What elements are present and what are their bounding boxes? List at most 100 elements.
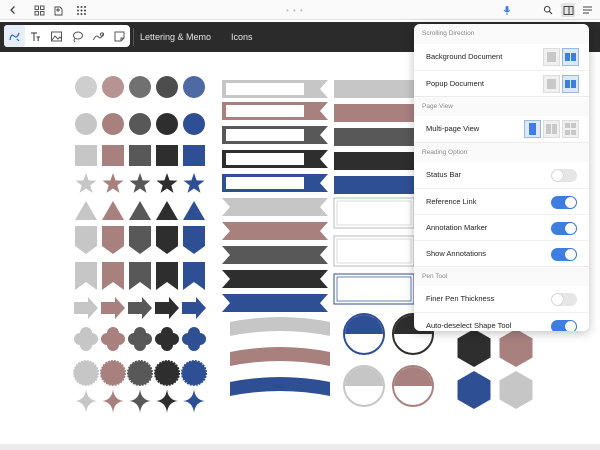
sparkle-sticker[interactable] (75, 389, 97, 413)
circle-sticker[interactable] (156, 113, 178, 135)
circle-sticker[interactable] (102, 113, 124, 135)
quatrefoil-sticker[interactable] (101, 327, 125, 351)
triangle-sticker[interactable] (75, 201, 97, 220)
horizontal-scroll-icon[interactable] (562, 48, 579, 66)
bookmark-icon[interactable] (51, 3, 65, 17)
tag-sticker[interactable] (156, 226, 178, 254)
hexagon-sticker[interactable] (499, 371, 533, 409)
scribble-circle-sticker[interactable] (102, 76, 124, 98)
hexagon-sticker[interactable] (499, 329, 533, 367)
sparkle-sticker[interactable] (156, 389, 178, 413)
tab-lettering-memo[interactable]: Lettering & Memo (140, 22, 211, 52)
search-icon[interactable] (541, 3, 555, 17)
star-sticker[interactable] (183, 173, 205, 193)
long-banner-sticker[interactable] (334, 104, 414, 122)
scalloped-sticker[interactable] (127, 360, 153, 386)
triangle-sticker[interactable] (156, 201, 178, 220)
scalloped-sticker[interactable] (100, 360, 126, 386)
tag-sticker[interactable] (129, 226, 151, 254)
ribbon-sticker[interactable] (222, 270, 328, 288)
window-grabber[interactable]: • • • (286, 6, 304, 15)
frame-sticker[interactable] (333, 273, 415, 305)
quatrefoil-sticker[interactable] (128, 327, 152, 351)
star-sticker[interactable] (156, 173, 178, 193)
arrow-sticker[interactable] (182, 297, 206, 319)
grid-page-icon[interactable] (562, 120, 579, 138)
scribble-circle-sticker[interactable] (156, 76, 178, 98)
bookmark-sticker[interactable] (102, 262, 124, 290)
reference-link-toggle[interactable] (551, 196, 577, 209)
bookmark-sticker[interactable] (183, 262, 205, 290)
arrow-sticker[interactable] (101, 297, 125, 319)
finer-pen-thickness-toggle[interactable] (551, 293, 577, 306)
sparkle-sticker[interactable] (129, 389, 151, 413)
scalloped-sticker[interactable] (154, 360, 180, 386)
square-sticker[interactable] (75, 145, 97, 166)
shape-tool-button[interactable] (88, 25, 109, 47)
two-page-icon[interactable] (543, 120, 560, 138)
tag-sticker[interactable] (183, 226, 205, 254)
scalloped-sticker[interactable] (73, 360, 99, 386)
curved-ribbon-sticker[interactable] (230, 347, 330, 366)
circle-sticker[interactable] (75, 113, 97, 135)
arrow-sticker[interactable] (74, 297, 98, 319)
quatrefoil-sticker[interactable] (155, 327, 179, 351)
triangle-sticker[interactable] (102, 201, 124, 220)
sticky-note-tool-button[interactable] (109, 25, 130, 47)
star-sticker[interactable] (75, 173, 97, 193)
ribbon-sticker[interactable] (222, 222, 328, 240)
annotation-marker-toggle[interactable] (551, 222, 577, 235)
microphone-icon[interactable] (500, 3, 514, 17)
status-bar-toggle[interactable] (551, 169, 577, 182)
square-sticker[interactable] (156, 145, 178, 166)
ribbon-sticker[interactable] (222, 246, 328, 264)
apps-icon[interactable] (74, 3, 88, 17)
grid-icon[interactable] (32, 3, 46, 17)
chevron-left-icon[interactable] (6, 3, 20, 17)
pen-tool-button[interactable] (4, 25, 25, 47)
quatrefoil-sticker[interactable] (74, 327, 98, 351)
long-banner-sticker[interactable] (334, 152, 414, 170)
banner-label-area[interactable] (226, 153, 304, 165)
square-sticker[interactable] (129, 145, 151, 166)
show-annotations-toggle[interactable] (551, 248, 577, 261)
sparkle-sticker[interactable] (102, 389, 124, 413)
tag-sticker[interactable] (102, 226, 124, 254)
scribble-circle-sticker[interactable] (75, 76, 97, 98)
scribble-circle-sticker[interactable] (183, 76, 205, 98)
image-tool-button[interactable] (46, 25, 67, 47)
curved-ribbon-sticker[interactable] (230, 317, 330, 336)
arrow-sticker[interactable] (128, 297, 152, 319)
scalloped-sticker[interactable] (181, 360, 207, 386)
bookmark-sticker[interactable] (129, 262, 151, 290)
long-banner-sticker[interactable] (334, 128, 414, 146)
sparkle-sticker[interactable] (183, 389, 205, 413)
hexagon-sticker[interactable] (457, 329, 491, 367)
text-tool-button[interactable] (25, 25, 46, 47)
list-menu-icon[interactable] (580, 3, 594, 17)
quatrefoil-sticker[interactable] (182, 327, 206, 351)
arrow-sticker[interactable] (155, 297, 179, 319)
auto-deselect-shape-tool-toggle[interactable] (551, 320, 577, 331)
single-page-icon[interactable] (524, 120, 541, 138)
bookmark-sticker[interactable] (156, 262, 178, 290)
triangle-sticker[interactable] (183, 201, 205, 220)
long-banner-sticker[interactable] (334, 80, 414, 98)
banner-label-area[interactable] (226, 105, 304, 117)
circle-sticker[interactable] (129, 113, 151, 135)
star-sticker[interactable] (129, 173, 151, 193)
lasso-tool-button[interactable] (67, 25, 88, 47)
vertical-scroll-icon[interactable] (543, 75, 560, 93)
ribbon-sticker[interactable] (222, 198, 328, 216)
scribble-circle-sticker[interactable] (129, 76, 151, 98)
panel-settings-icon[interactable] (561, 3, 575, 17)
banner-label-area[interactable] (226, 83, 304, 95)
banner-label-area[interactable] (226, 177, 304, 189)
square-sticker[interactable] (183, 145, 205, 166)
circle-sticker[interactable] (183, 113, 205, 135)
vertical-scroll-icon[interactable] (543, 48, 560, 66)
curved-ribbon-sticker[interactable] (230, 377, 330, 396)
banner-label-area[interactable] (226, 129, 304, 141)
hexagon-sticker[interactable] (457, 371, 491, 409)
square-sticker[interactable] (102, 145, 124, 166)
